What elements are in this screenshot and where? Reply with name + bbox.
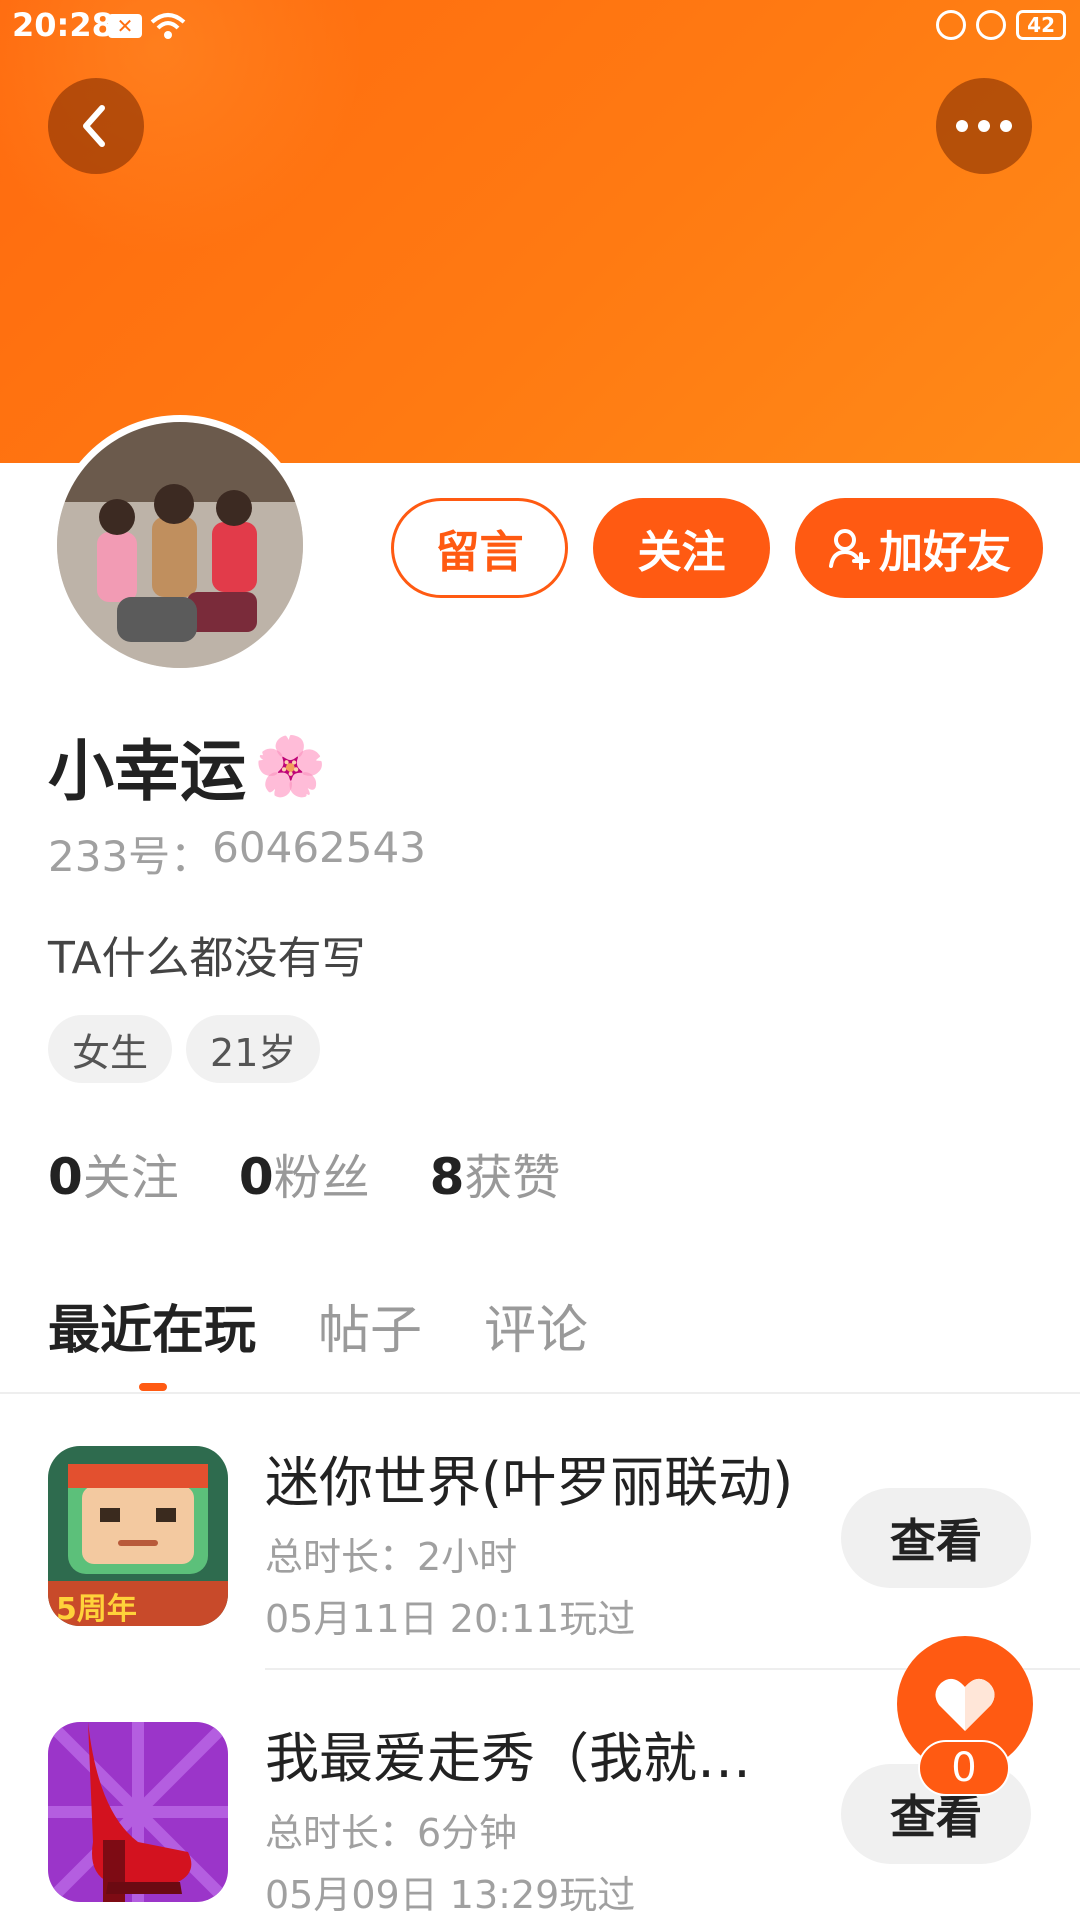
active-tab-indicator bbox=[139, 1383, 167, 1391]
add-friend-label: 加好友 bbox=[879, 527, 1011, 578]
message-button[interactable]: 留言 bbox=[391, 498, 568, 598]
user-id: 233号： 60462543 bbox=[48, 823, 426, 884]
add-person-icon bbox=[829, 529, 870, 570]
game-last-played: 05月11日 20:11玩过 bbox=[265, 1597, 636, 1641]
likes-count: 8 bbox=[429, 1148, 465, 1206]
mini-world-game-icon: 5周年 bbox=[48, 1446, 228, 1626]
status-time: 20:28 bbox=[12, 6, 114, 44]
wifi-icon bbox=[150, 13, 186, 39]
high-heel-game-icon bbox=[48, 1722, 228, 1902]
fans-count: 0 bbox=[238, 1148, 274, 1206]
user-id-value: 60462543 bbox=[212, 823, 426, 872]
profile-tabs: 最近在玩 帖子 评论 bbox=[48, 1288, 588, 1363]
following-label: 关注 bbox=[82, 1150, 179, 1206]
tab-posts[interactable]: 帖子 bbox=[318, 1288, 422, 1363]
age-tag: 21岁 bbox=[186, 1015, 321, 1083]
avatar-photo bbox=[57, 422, 303, 668]
more-dots-icon bbox=[956, 120, 1012, 132]
notification-icon: ✕ bbox=[108, 14, 142, 38]
cherry-blossom-emoji: 🌸 bbox=[254, 731, 327, 800]
list-item[interactable]: 5周年 迷你世界(叶罗丽联动) 总时长：2小时 05月11日 20:11玩过 查… bbox=[0, 1446, 1080, 1656]
anniversary-badge: 5周年 bbox=[56, 1592, 137, 1626]
game-duration: 总时长：6分钟 bbox=[265, 1811, 518, 1855]
battery-icon: 42 bbox=[1016, 10, 1066, 40]
status-bar: 20:28 ✕ 42 bbox=[0, 0, 1080, 56]
add-friend-button[interactable]: 加好友 bbox=[795, 498, 1043, 598]
profile-bio: TA什么都没有写 bbox=[48, 933, 366, 984]
tab-recently-played[interactable]: 最近在玩 bbox=[48, 1288, 256, 1363]
tab-comments[interactable]: 评论 bbox=[484, 1288, 588, 1363]
likes-stat: 8 获赞 bbox=[430, 1138, 561, 1208]
following-count: 0 bbox=[48, 1148, 83, 1206]
gender-tag: 女生 bbox=[48, 1015, 173, 1083]
user-id-label: 233号： bbox=[48, 832, 213, 881]
tabs-divider bbox=[0, 1392, 1080, 1394]
game-duration: 总时长：2小时 bbox=[265, 1535, 518, 1579]
alarm-icon bbox=[976, 10, 1007, 40]
more-options-button[interactable] bbox=[936, 78, 1032, 174]
view-game-button[interactable]: 查看 bbox=[841, 1488, 1031, 1588]
fans-label: 粉丝 bbox=[273, 1150, 370, 1206]
follow-button[interactable]: 关注 bbox=[593, 498, 770, 598]
game-title: 我最爱走秀（我就是… bbox=[265, 1727, 795, 1790]
profile-stats: 0 关注 0 粉丝 8 获赞 bbox=[48, 1138, 560, 1208]
profile-name: 小幸运 bbox=[48, 733, 246, 810]
fans-stat[interactable]: 0 粉丝 bbox=[239, 1138, 370, 1208]
game-title: 迷你世界(叶罗丽联动) bbox=[265, 1451, 794, 1514]
following-stat[interactable]: 0 关注 bbox=[48, 1138, 179, 1208]
profile-name-row: 小幸运 🌸 bbox=[48, 718, 326, 814]
avatar[interactable] bbox=[50, 415, 310, 675]
like-count-badge: 0 bbox=[918, 1740, 1010, 1796]
likes-label: 获赞 bbox=[464, 1150, 561, 1206]
profile-header-background bbox=[0, 0, 1080, 463]
profile-tags: 女生 21岁 bbox=[48, 1015, 321, 1083]
game-last-played: 05月09日 13:29玩过 bbox=[265, 1873, 636, 1917]
back-arrow-icon bbox=[83, 105, 105, 147]
lock-rotation-icon bbox=[936, 10, 967, 40]
heart-icon bbox=[935, 1678, 995, 1731]
back-button[interactable] bbox=[48, 78, 144, 174]
